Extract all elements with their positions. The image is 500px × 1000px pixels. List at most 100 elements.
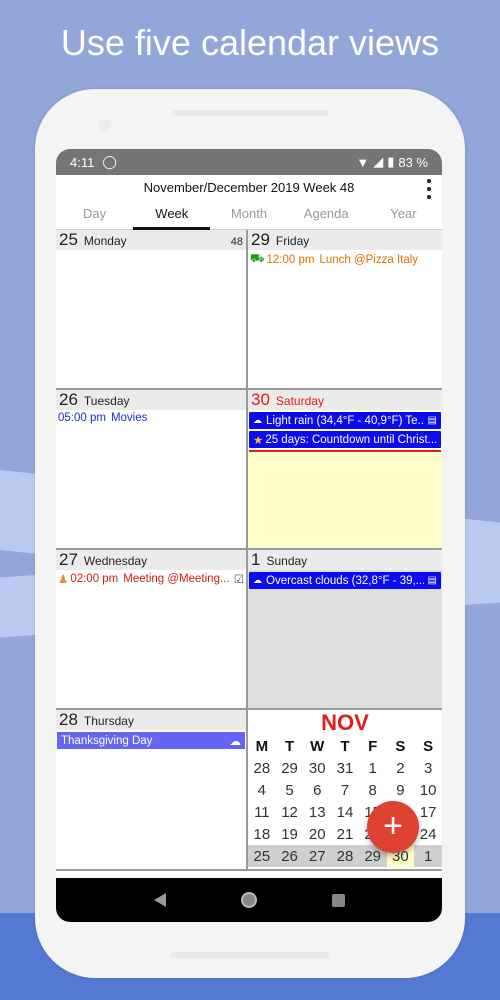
event-time: 02:00 pm bbox=[70, 573, 119, 585]
day-number: 28 bbox=[59, 710, 78, 729]
weather-event[interactable]: ☁ Overcast clouds (32,8°F - 39,... ▤ bbox=[249, 572, 441, 589]
event-title: Lunch @Pizza Italy bbox=[319, 253, 419, 266]
note-icon: ▤ bbox=[427, 415, 437, 426]
mini-day[interactable]: 13 bbox=[303, 801, 331, 823]
mini-day[interactable]: 19 bbox=[276, 823, 304, 845]
mini-day[interactable]: 26 bbox=[275, 845, 304, 867]
day-header: 27 Wednesday bbox=[56, 550, 246, 570]
day-number: 30 bbox=[251, 390, 270, 409]
mini-day[interactable]: 28 bbox=[248, 757, 276, 779]
mini-day[interactable]: 21 bbox=[331, 823, 359, 845]
tab-day[interactable]: Day bbox=[56, 205, 133, 229]
day-header: 30 Saturday bbox=[248, 390, 442, 410]
mini-day[interactable]: 31 bbox=[331, 757, 359, 779]
day-name: Saturday bbox=[275, 394, 324, 408]
mini-day[interactable]: 5 bbox=[276, 779, 304, 801]
mini-day[interactable]: 30 bbox=[303, 757, 331, 779]
recents-icon[interactable] bbox=[331, 893, 345, 907]
mini-day[interactable]: 4 bbox=[248, 779, 276, 801]
current-time-line bbox=[249, 450, 441, 452]
day-header: 29 Friday bbox=[248, 230, 442, 250]
bottom-speaker bbox=[170, 952, 330, 958]
mini-day[interactable]: 1 bbox=[359, 757, 387, 779]
mini-day[interactable]: 1 bbox=[414, 845, 442, 867]
weekday-label: M bbox=[255, 738, 269, 755]
event-time: 05:00 pm bbox=[58, 412, 106, 424]
status-time: 4:11 bbox=[70, 154, 95, 170]
tab-year[interactable]: Year bbox=[365, 205, 442, 229]
day-name: Thursday bbox=[83, 714, 134, 728]
mini-day[interactable]: 9 bbox=[387, 779, 415, 801]
people-icon: ♟ bbox=[58, 574, 69, 586]
speaker-grille bbox=[172, 110, 329, 116]
day-name: Friday bbox=[275, 234, 310, 248]
mini-day[interactable]: 28 bbox=[331, 845, 359, 867]
checkbox-icon: ☑ bbox=[233, 574, 244, 586]
rain-cloud-icon: ☁ bbox=[253, 415, 262, 425]
day-name: Sunday bbox=[266, 554, 308, 568]
mini-month: NOV MTWTFSS 28 29 30 31 1 2 3 4 5 6 7 8 9 10 11 12 13 14 1… bbox=[248, 710, 442, 869]
mini-day[interactable]: 2 bbox=[387, 757, 415, 779]
countdown-event[interactable]: ★ 25 days: Countdown until Christ... bbox=[249, 431, 441, 448]
tab-week[interactable]: Week bbox=[133, 205, 211, 230]
day-cell-thursday[interactable]: 28 Thursday Thanksgiving Day ☁ bbox=[56, 710, 248, 871]
week-grid: 25 Monday 48 29 Friday ⛟ 12:00 pm Lunch … bbox=[56, 230, 442, 871]
mini-day[interactable]: 8 bbox=[359, 779, 387, 801]
status-bar: 4:11 ◯ ▼ ◢ ▮ 83 % bbox=[56, 149, 442, 175]
weekday-label: F bbox=[368, 738, 378, 755]
mini-day[interactable]: 3 bbox=[414, 757, 442, 779]
weekday-label: T bbox=[340, 738, 350, 755]
event-title: Overcast clouds (32,8°F - 39,... bbox=[266, 574, 424, 587]
tab-month[interactable]: Month bbox=[210, 205, 287, 229]
day-cell-tuesday[interactable]: 26 Tuesday 05:00 pm Movies bbox=[56, 390, 248, 550]
event-item[interactable]: ⛟ 12:00 pm Lunch @Pizza Italy bbox=[248, 250, 442, 269]
mini-day[interactable]: 11 bbox=[248, 801, 276, 823]
day-cell-wednesday[interactable]: 27 Wednesday ♟ 02:00 pm Meeting @Meeting… bbox=[56, 550, 248, 710]
event-item[interactable]: 05:00 pm Movies bbox=[56, 410, 246, 426]
overflow-menu-icon[interactable] bbox=[424, 179, 434, 199]
mini-week-row: 28 29 30 31 1 2 3 bbox=[248, 757, 442, 779]
mini-day[interactable]: 18 bbox=[248, 823, 276, 845]
day-cell-saturday[interactable]: 30 Saturday ☁ Light rain (34,4°F - 40,9°… bbox=[248, 390, 442, 550]
car-icon: ⛟ bbox=[250, 253, 265, 265]
mini-day[interactable]: 14 bbox=[331, 801, 359, 823]
day-header: 25 Monday 48 bbox=[56, 230, 246, 250]
mini-day[interactable]: 10 bbox=[414, 779, 442, 801]
day-name: Monday bbox=[83, 234, 127, 248]
mini-day[interactable]: 29 bbox=[276, 757, 304, 779]
signal-icon: ◢ bbox=[373, 154, 384, 169]
nav-bar bbox=[56, 878, 442, 922]
mini-day[interactable]: 20 bbox=[303, 823, 331, 845]
back-icon[interactable] bbox=[153, 893, 166, 907]
event-item[interactable]: ♟ 02:00 pm Meeting @Meeting... ☑ bbox=[56, 570, 246, 588]
battery-percent: 83 % bbox=[398, 154, 428, 170]
day-cell-monday[interactable]: 25 Monday 48 bbox=[56, 230, 248, 390]
home-icon[interactable] bbox=[240, 892, 257, 908]
add-event-button[interactable]: + bbox=[367, 801, 419, 853]
weather-event[interactable]: ☁ Light rain (34,4°F - 40,9°F) Te... ▤ bbox=[249, 412, 441, 429]
day-number: 27 bbox=[59, 550, 78, 569]
day-name: Wednesday bbox=[83, 554, 148, 568]
cloud-icon: ☁ bbox=[253, 575, 262, 585]
day-cell-sunday[interactable]: 1 Sunday ☁ Overcast clouds (32,8°F - 39,… bbox=[248, 550, 442, 710]
app-bar: November/December 2019 Week 48 bbox=[56, 175, 442, 205]
mini-day[interactable]: 12 bbox=[276, 801, 304, 823]
view-tabs: Day Week Month Agenda Year bbox=[56, 205, 442, 230]
mini-day[interactable]: 25 bbox=[248, 845, 276, 867]
mini-month-cell[interactable]: NOV MTWTFSS 28 29 30 31 1 2 3 4 5 6 7 8 9 10 11 12 13 14 1… bbox=[248, 710, 442, 871]
mini-day[interactable]: 17 bbox=[414, 801, 442, 823]
event-time: 12:00 pm bbox=[266, 253, 315, 266]
day-cell-friday[interactable]: 29 Friday ⛟ 12:00 pm Lunch @Pizza Italy bbox=[248, 230, 442, 390]
mini-day[interactable]: 6 bbox=[303, 779, 331, 801]
mini-month-title: NOV bbox=[321, 710, 369, 735]
mini-day[interactable]: 7 bbox=[331, 779, 359, 801]
holiday-event[interactable]: Thanksgiving Day ☁ bbox=[57, 732, 245, 749]
day-header: 1 Sunday bbox=[248, 550, 442, 570]
weekday-label: W bbox=[310, 738, 325, 755]
day-header: 26 Tuesday bbox=[56, 390, 246, 410]
mini-day[interactable]: 27 bbox=[303, 845, 332, 867]
day-number: 1 bbox=[251, 550, 261, 569]
front-camera bbox=[98, 119, 111, 132]
wifi-icon: ▼ bbox=[356, 154, 370, 170]
tab-agenda[interactable]: Agenda bbox=[288, 205, 365, 229]
